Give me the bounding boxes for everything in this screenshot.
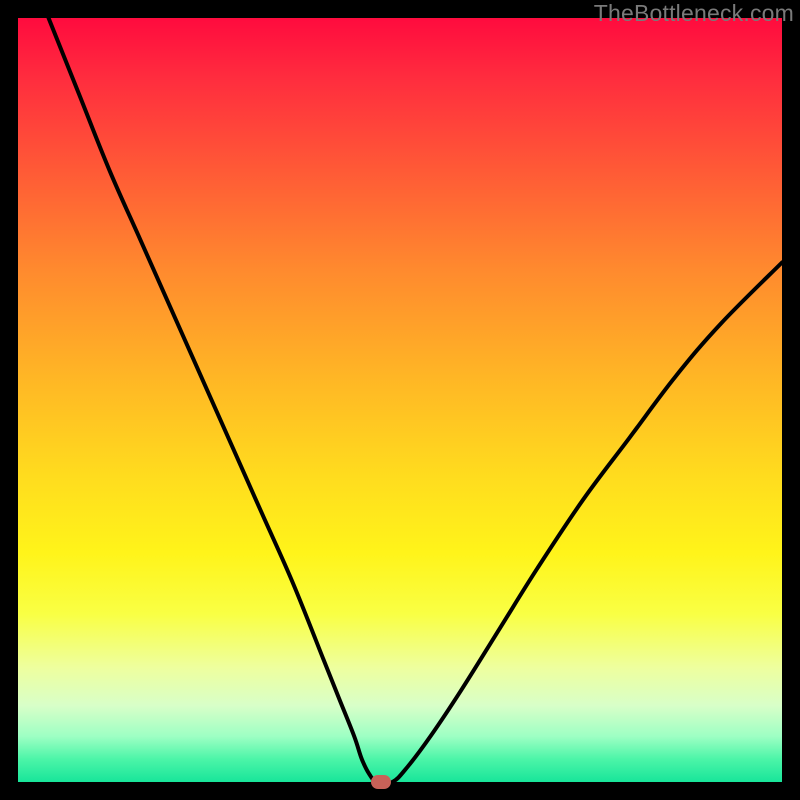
chart-frame: TheBottleneck.com <box>0 0 800 800</box>
watermark-text: TheBottleneck.com <box>594 0 794 27</box>
plot-area <box>18 18 782 782</box>
optimum-marker <box>371 775 391 789</box>
curve-path <box>49 18 782 782</box>
bottleneck-curve <box>18 18 782 782</box>
